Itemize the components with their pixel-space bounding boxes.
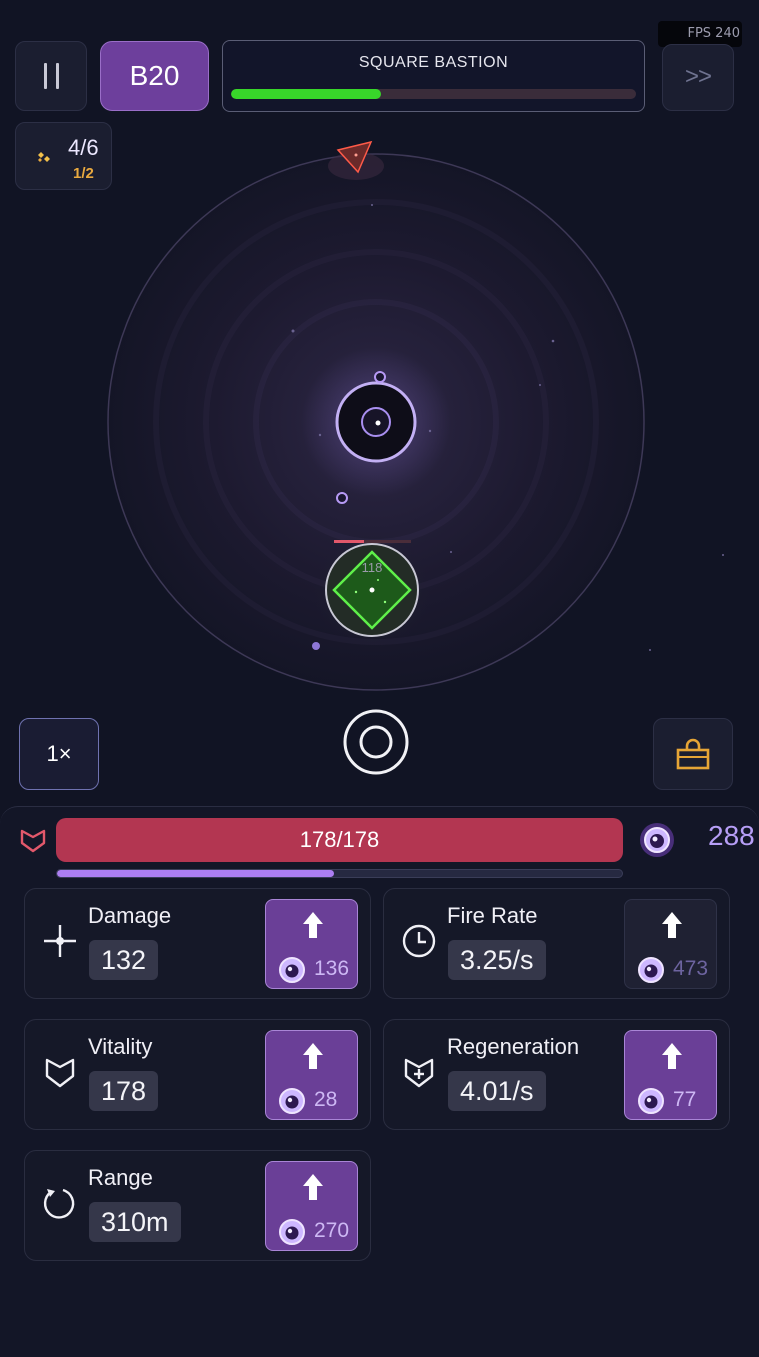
stat-value: 178 xyxy=(89,1071,159,1111)
stat-value: 3.25/s xyxy=(448,940,546,980)
boss-hp-label: 118 xyxy=(362,560,383,575)
gem-icon xyxy=(278,1218,306,1251)
stat-name: Range xyxy=(88,1165,153,1190)
stat-card-regeneration: Regeneration 4.01/s 77 xyxy=(383,1019,730,1130)
xp-fill xyxy=(57,870,334,877)
arena: 118 xyxy=(107,140,724,691)
upgrade-button-damage[interactable]: 136 xyxy=(265,899,358,989)
pause-icon xyxy=(43,63,47,89)
stat-value: 132 xyxy=(89,940,159,980)
boss-health-fill xyxy=(231,89,381,99)
gem-icon xyxy=(278,956,306,989)
arrow-up-icon xyxy=(302,1173,324,1206)
health-bar: 178/178 xyxy=(56,818,623,862)
bag-icon xyxy=(676,738,710,770)
fast-forward-button[interactable]: >> xyxy=(662,44,734,111)
enemy-triangle xyxy=(328,140,384,180)
upgrade-button-regeneration[interactable]: 77 xyxy=(624,1030,717,1120)
stat-value: 4.01/s xyxy=(448,1071,546,1111)
gem-count: 288 xyxy=(708,820,755,851)
stat-card-vitality: Vitality 178 28 xyxy=(24,1019,371,1130)
upgrade-button-fire-rate[interactable]: 473 xyxy=(624,899,717,989)
gem-icon xyxy=(640,823,674,857)
stat-name: Damage xyxy=(88,903,172,928)
boss-health-panel: SQUARE BASTION xyxy=(222,40,645,112)
arrow-up-icon xyxy=(661,1042,683,1075)
boss-name: SQUARE BASTION xyxy=(358,54,509,71)
stat-value: 310m xyxy=(89,1202,181,1242)
upgrade-cost: 136 xyxy=(314,957,350,980)
stat-card-fire-rate: Fire Rate 3.25/s 473 xyxy=(383,888,730,999)
clock-icon xyxy=(401,923,437,964)
speed-button[interactable]: 1× xyxy=(19,718,99,790)
gem-icon xyxy=(637,956,665,989)
wave-badge: B20 xyxy=(100,41,209,111)
stat-name: Regeneration xyxy=(447,1034,580,1059)
heart-icon xyxy=(42,1054,78,1095)
shop-button[interactable] xyxy=(653,718,733,790)
stat-card-damage: Damage 132 136 xyxy=(24,888,371,999)
upgrade-button-vitality[interactable]: 28 xyxy=(265,1030,358,1120)
gem-icon xyxy=(278,1087,306,1120)
crosshair-icon xyxy=(42,923,78,964)
xp-bar xyxy=(56,869,623,878)
arrow-up-icon xyxy=(302,1042,324,1075)
stat-name: Vitality xyxy=(88,1034,153,1059)
upgrade-cost: 28 xyxy=(314,1088,338,1111)
arrow-up-icon xyxy=(661,911,683,944)
upgrade-cost: 473 xyxy=(673,957,709,980)
pause-button[interactable] xyxy=(15,41,87,111)
boss-square: 118 xyxy=(314,532,430,648)
upgrade-cost: 270 xyxy=(314,1219,350,1242)
heart-plus-icon xyxy=(401,1054,437,1095)
range-icon xyxy=(42,1185,78,1226)
gem-icon xyxy=(637,1087,665,1120)
boss-health-bar xyxy=(231,89,636,99)
game-screen: FPS 240 B20 SQUARE BASTION >> 4/6 1/2 11… xyxy=(0,0,759,1357)
upgrade-button-range[interactable]: 270 xyxy=(265,1161,358,1251)
target-button[interactable] xyxy=(343,709,409,775)
stat-name: Fire Rate xyxy=(447,903,538,928)
upgrade-cost: 77 xyxy=(673,1088,697,1111)
heart-icon xyxy=(20,829,46,853)
stat-card-range: Range 310m 270 xyxy=(24,1150,371,1261)
arrow-up-icon xyxy=(302,911,324,944)
